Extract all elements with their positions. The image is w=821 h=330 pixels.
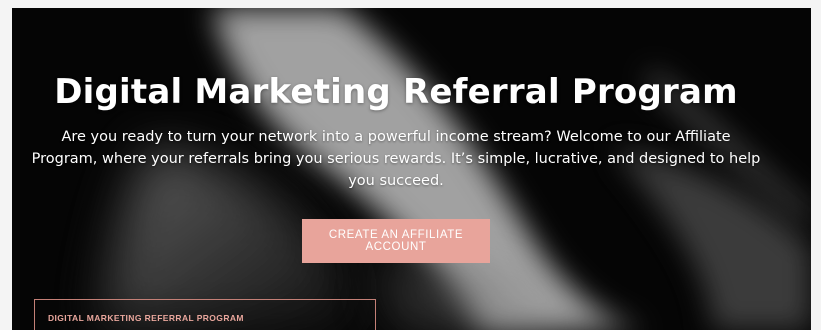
program-card: DIGITAL MARKETING REFERRAL PROGRAM bbox=[34, 299, 376, 330]
hero-section: Digital Marketing Referral Program Are y… bbox=[12, 8, 811, 330]
hero-description: Are you ready to turn your network into … bbox=[31, 129, 761, 189]
page-title: Digital Marketing Referral Program bbox=[54, 72, 738, 112]
program-card-label: DIGITAL MARKETING REFERRAL PROGRAM bbox=[48, 313, 244, 323]
create-affiliate-account-button[interactable]: CREATE AN AFFILIATE ACCOUNT bbox=[302, 219, 490, 263]
hero-content: Digital Marketing Referral Program Are y… bbox=[12, 8, 811, 330]
